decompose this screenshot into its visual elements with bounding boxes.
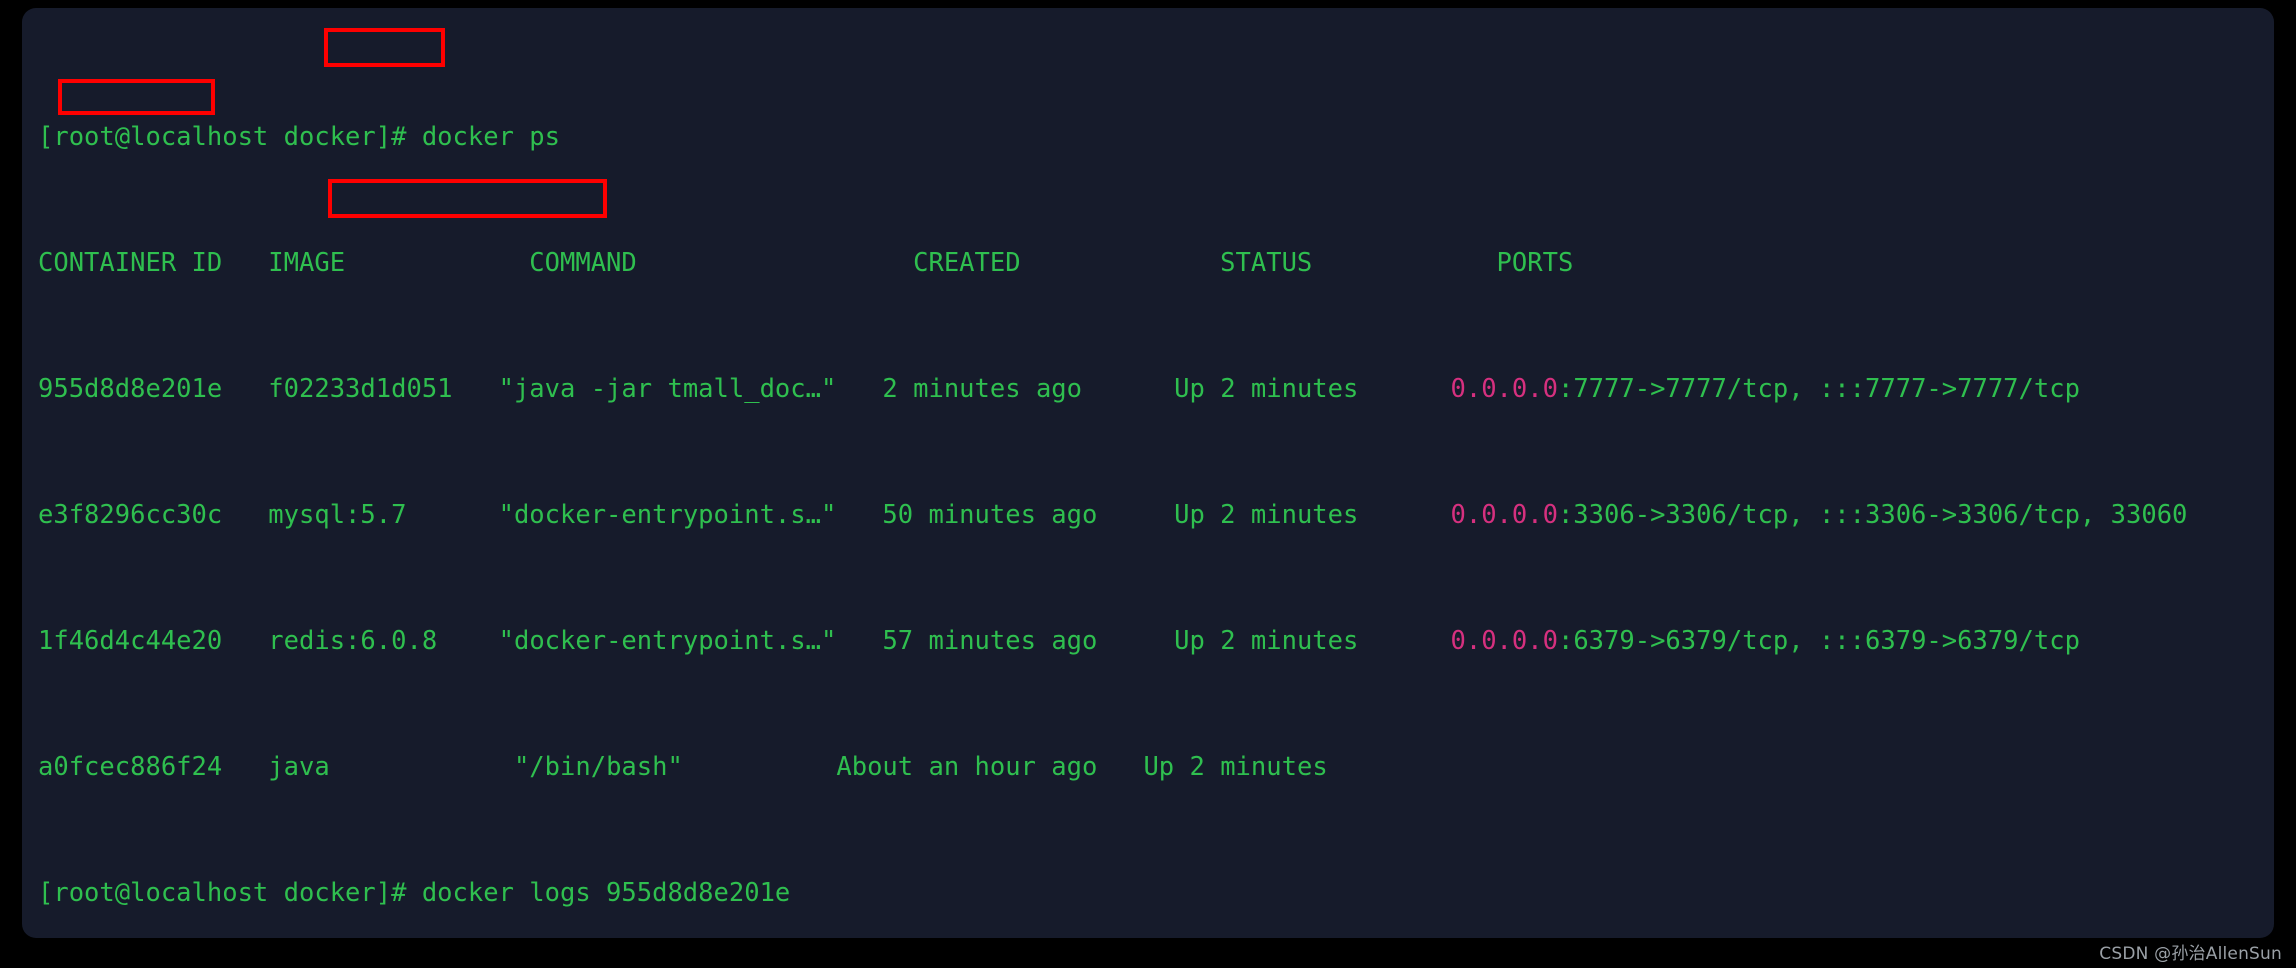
- cell-status: Up 2 minutes: [1143, 751, 1328, 782]
- header-created: CREATED: [913, 247, 1021, 278]
- cell-image: redis:6.0.8: [268, 625, 438, 656]
- cell-status: Up 2 minutes: [1174, 625, 1359, 656]
- ps-table-header: CONTAINER ID IMAGE COMMAND CREATED STATU…: [22, 247, 2274, 278]
- header-container-id: CONTAINER ID: [38, 247, 223, 278]
- header-command: COMMAND: [529, 247, 637, 278]
- cell-created: 57 minutes ago: [882, 625, 1098, 656]
- cell-ports-ip: 0.0.0.0: [1450, 373, 1558, 404]
- shell-prompt: [root@localhost docker]#: [38, 121, 422, 152]
- cell-image: java: [268, 751, 330, 782]
- cell-status: Up 2 minutes: [1174, 499, 1359, 530]
- terminal-window[interactable]: [root@localhost docker]# docker ps CONTA…: [22, 8, 2274, 938]
- cell-container-id: 1f46d4c44e20: [38, 625, 223, 656]
- command-line-docker-logs: [root@localhost docker]# docker logs 955…: [22, 877, 2274, 908]
- cell-ports-ip: 0.0.0.0: [1450, 499, 1558, 530]
- table-row: a0fcec886f24 java "/bin/bash" About an h…: [22, 751, 2274, 782]
- terminal-output[interactable]: [root@localhost docker]# docker ps CONTA…: [22, 8, 2274, 938]
- cell-image: mysql:5.7: [268, 499, 407, 530]
- table-row: 955d8d8e201e f02233d1d051 "java -jar tma…: [22, 373, 2274, 404]
- watermark: CSDN @孙治AllenSun: [2099, 944, 2282, 964]
- cell-status: Up 2 minutes: [1174, 373, 1359, 404]
- cell-ports-ip: 0.0.0.0: [1450, 625, 1558, 656]
- cell-ports-rest: :6379->6379/tcp, :::6379->6379/tcp: [1557, 625, 2080, 656]
- table-row: e3f8296cc30c mysql:5.7 "docker-entrypoin…: [22, 499, 2274, 530]
- command-docker-logs: docker logs 955d8d8e201e: [421, 877, 791, 908]
- cell-container-id: e3f8296cc30c: [38, 499, 223, 530]
- header-image: IMAGE: [268, 247, 346, 278]
- cell-command: "java -jar tmall_doc…": [498, 373, 837, 404]
- cell-created: 2 minutes ago: [882, 373, 1083, 404]
- cell-created: 50 minutes ago: [882, 499, 1098, 530]
- cell-created: About an hour ago: [836, 751, 1098, 782]
- cell-image: f02233d1d051: [268, 373, 453, 404]
- cell-ports-rest: :7777->7777/tcp, :::7777->7777/tcp: [1557, 373, 2080, 404]
- cell-command: "/bin/bash": [513, 751, 683, 782]
- command-line-docker-ps: [root@localhost docker]# docker ps: [22, 121, 2274, 152]
- cell-container-id: 955d8d8e201e: [38, 373, 223, 404]
- command-docker-ps: docker ps: [421, 121, 560, 152]
- header-status: STATUS: [1220, 247, 1313, 278]
- cell-ports-rest: :3306->3306/tcp, :::3306->3306/tcp, 3306…: [1557, 499, 2188, 530]
- shell-prompt: [root@localhost docker]#: [38, 877, 422, 908]
- cell-command: "docker-entrypoint.s…": [498, 499, 837, 530]
- header-ports: PORTS: [1496, 247, 1574, 278]
- cell-container-id: a0fcec886f24: [38, 751, 223, 782]
- cell-command: "docker-entrypoint.s…": [498, 625, 837, 656]
- table-row: 1f46d4c44e20 redis:6.0.8 "docker-entrypo…: [22, 625, 2274, 656]
